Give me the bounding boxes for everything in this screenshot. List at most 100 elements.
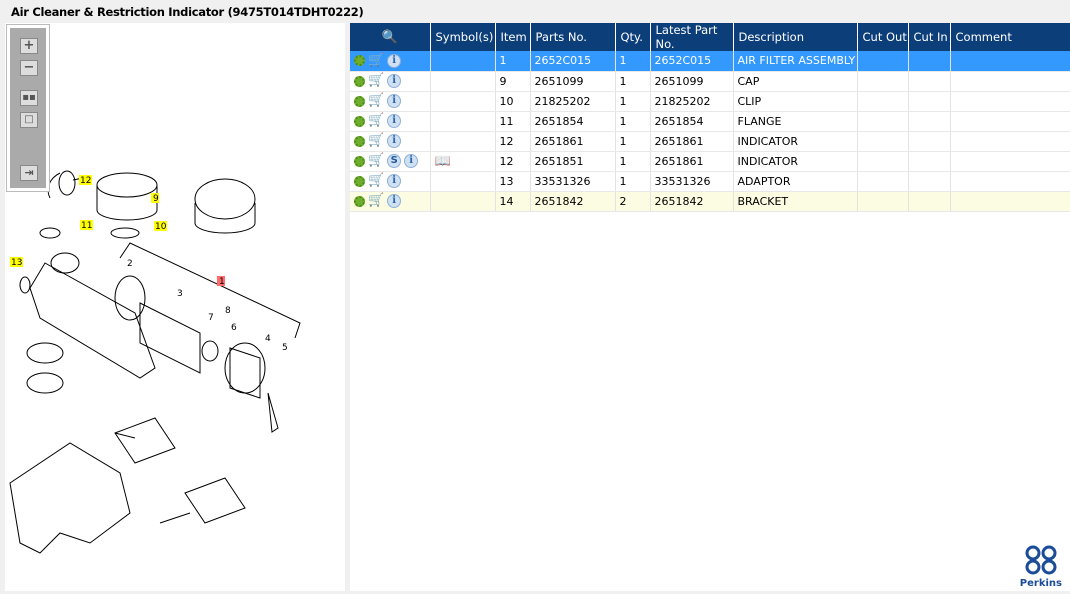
gear-icon[interactable] [354,155,365,167]
cut-out-cell [857,91,909,112]
cart-icon[interactable]: 🛒 [368,174,384,187]
callout-8[interactable]: 8 [225,306,231,316]
cart-icon[interactable]: 🛒 [368,194,384,207]
comment-cell [950,91,1070,112]
item-cell: 13 [495,171,531,192]
col-comment[interactable]: Comment [950,23,1070,51]
callout-7[interactable]: 7 [208,313,214,323]
callout-13[interactable]: 13 [11,258,22,268]
parts-table: 🔍 Symbol(s) Item Parts No. Qty. Latest P… [350,23,1070,212]
table-row[interactable]: 🛒 i 11 2651854 1 2651854 FLANGE [350,111,1070,132]
table-row[interactable]: 🛒 i 12 2651861 1 2651861 INDICATOR [350,131,1070,152]
col-qty[interactable]: Qty. [615,23,651,51]
col-description[interactable]: Description [733,23,858,51]
cart-icon[interactable]: 🛒 [368,54,384,67]
comment-cell [950,111,1070,132]
cut-in-cell [908,51,951,72]
cut-in-cell [908,171,951,192]
table-row[interactable]: 🛒 i 13 33531326 1 33531326 ADAPTOR [350,171,1070,192]
callout-5[interactable]: 5 [282,343,288,353]
latest-part-cell: 2652C015 [650,51,734,72]
gear-icon[interactable] [354,135,365,147]
part-no-cell: 2651099 [530,71,616,92]
item-cell: 11 [495,111,531,132]
gear-icon[interactable] [354,115,365,127]
col-cut-out[interactable]: Cut Out [857,23,909,51]
callout-11[interactable]: 11 [81,221,92,231]
cut-in-cell [908,131,951,152]
cut-out-cell [857,71,909,92]
col-latest-part-no[interactable]: Latest Part No. [650,23,734,51]
info-icon[interactable]: i [387,174,402,188]
info-icon[interactable]: i [404,154,419,168]
diagram-panel[interactable]: 12 9 11 10 13 1 2 3 4 5 6 7 8 [5,23,345,591]
description-cell: AIR FILTER ASSEMBLY [733,51,858,72]
exploded-diagram[interactable]: 12 9 11 10 13 1 2 3 4 5 6 7 8 [5,23,345,591]
cart-icon[interactable]: 🛒 [368,74,384,87]
description-cell: CLIP [733,91,858,112]
callout-6[interactable]: 6 [231,323,237,333]
qty-cell: 1 [615,171,651,192]
part-no-cell: 2651851 [530,151,616,172]
callout-12[interactable]: 12 [80,176,91,186]
table-row[interactable]: 🛒 i 9 2651099 1 2651099 CAP [350,71,1070,92]
col-symbols[interactable]: Symbol(s) [430,23,496,51]
info-icon[interactable]: i [387,134,402,148]
col-parts-no[interactable]: Parts No. [530,23,616,51]
cart-icon[interactable]: 🛒 [368,134,384,147]
info-icon[interactable]: i [387,194,402,208]
callout-9[interactable]: 9 [153,194,159,204]
callout-2[interactable]: 2 [127,259,133,269]
description-cell: FLANGE [733,111,858,132]
col-item[interactable]: Item [495,23,531,51]
part-no-cell: 2651861 [530,131,616,152]
s-symbol-icon[interactable]: S [387,154,402,168]
parts-list-panel: 🔍 Symbol(s) Item Parts No. Qty. Latest P… [350,23,1070,591]
item-cell: 9 [495,71,531,92]
gear-icon[interactable] [354,75,365,87]
info-icon[interactable]: i [387,74,402,88]
description-cell: INDICATOR [733,151,858,172]
perkins-logo-icon [1025,545,1057,575]
cart-icon[interactable]: 🛒 [368,94,384,107]
qty-cell: 1 [615,51,651,72]
table-row[interactable]: 🛒 Si 📖 12 2651851 1 2651861 INDICATOR [350,151,1070,172]
latest-part-cell: 21825202 [650,91,734,112]
latest-part-cell: 2651861 [650,151,734,172]
info-icon[interactable]: i [387,53,402,68]
description-cell: ADAPTOR [733,171,858,192]
export-button[interactable]: ⇥ [20,165,38,181]
fit-all-button[interactable]: ▪▪ [20,90,38,106]
table-row[interactable]: 🛒 i 10 21825202 1 21825202 CLIP [350,91,1070,112]
description-cell: CAP [733,71,858,92]
gear-icon[interactable] [354,175,365,187]
cart-icon[interactable]: 🛒 [368,114,384,127]
cut-in-cell [908,71,951,92]
description-cell: INDICATOR [733,131,858,152]
table-row[interactable]: 🛒 i 14 2651842 2 2651842 BRACKET [350,191,1070,212]
book-search-icon[interactable]: 📖 [435,154,451,169]
callout-3[interactable]: 3 [177,289,183,299]
callout-10[interactable]: 10 [155,222,167,232]
callout-4[interactable]: 4 [265,334,271,344]
search-icon[interactable]: 🔍 [382,30,398,45]
part-no-cell: 33531326 [530,171,616,192]
gear-icon[interactable] [354,95,365,107]
qty-cell: 1 [615,131,651,152]
search-column-header[interactable]: 🔍 [350,23,431,51]
gear-icon[interactable] [354,195,365,207]
callout-1[interactable]: 1 [219,277,225,287]
comment-cell [950,151,1070,172]
fit-page-button[interactable]: □ [20,112,38,128]
col-cut-in[interactable]: Cut In [908,23,951,51]
zoom-out-button[interactable]: − [20,60,38,76]
qty-cell: 1 [615,151,651,172]
gear-icon[interactable] [354,55,365,67]
cart-icon[interactable]: 🛒 [368,154,384,167]
qty-cell: 1 [615,71,651,92]
comment-cell [950,71,1070,92]
info-icon[interactable]: i [387,94,402,108]
zoom-in-button[interactable]: + [20,38,38,54]
info-icon[interactable]: i [387,114,402,128]
table-row[interactable]: 🛒 i 1 2652C015 1 2652C015 AIR FILTER ASSE… [350,51,1070,72]
